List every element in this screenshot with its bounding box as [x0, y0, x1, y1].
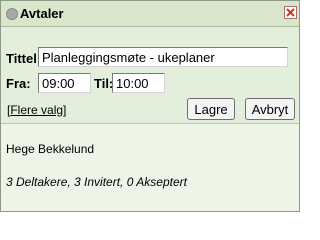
- to-label: Til:: [94, 76, 114, 91]
- more-options-link[interactable]: Flere valg: [10, 103, 63, 117]
- save-button[interactable]: Lagre: [187, 98, 235, 120]
- organizer-name: Hege Bekkelund: [6, 142, 95, 156]
- status-dot-icon: [6, 8, 18, 20]
- to-time-input[interactable]: [112, 73, 165, 93]
- cancel-button[interactable]: Avbryt: [245, 98, 295, 120]
- attendee-summary: 3 Deltakere, 3 Invitert, 0 Akseptert: [6, 175, 187, 189]
- close-icon: [286, 8, 295, 17]
- attendee-info: Hege Bekkelund 3 Deltakere, 3 Invitert, …: [1, 124, 299, 211]
- appointment-dialog: Avtaler Tittel: Fra: Til: [Flere valg] L…: [0, 0, 300, 212]
- from-label: Fra:: [6, 76, 31, 91]
- appointment-form: Tittel: Fra: Til: [Flere valg] Lagre Avb…: [1, 27, 299, 124]
- title-input[interactable]: [38, 47, 288, 67]
- title-label: Tittel:: [6, 51, 42, 66]
- from-time-input[interactable]: [38, 73, 91, 93]
- close-button[interactable]: [284, 6, 297, 19]
- dialog-titlebar[interactable]: Avtaler: [1, 1, 299, 27]
- more-options: [Flere valg]: [7, 103, 66, 117]
- dialog-title: Avtaler: [20, 6, 64, 21]
- more-options-bracket-close: ]: [63, 103, 67, 117]
